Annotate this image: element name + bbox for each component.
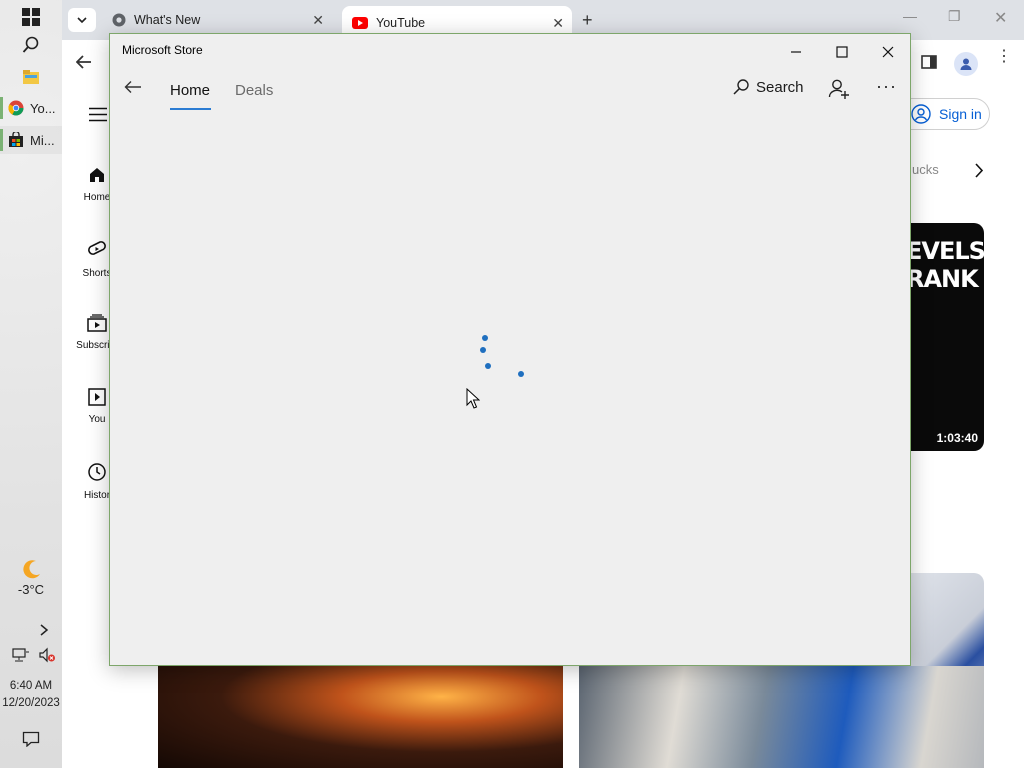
file-explorer-button[interactable]: [0, 62, 62, 92]
volume-muted-icon[interactable]: [38, 647, 56, 663]
browser-minimize-button[interactable]: —: [903, 8, 917, 24]
microsoft-store-window: Microsoft Store Home Deals Search ···: [109, 33, 911, 666]
rail-label: Shorts: [82, 268, 112, 279]
tab-home[interactable]: Home: [170, 82, 210, 99]
history-icon: [88, 463, 106, 481]
video-thumbnail[interactable]: [158, 666, 563, 768]
start-button[interactable]: [0, 2, 62, 32]
shorts-icon: [88, 241, 106, 255]
account-circle-icon: [911, 104, 931, 124]
active-app-indicator: [0, 97, 3, 119]
action-center-button[interactable]: [0, 724, 62, 754]
rail-label: Histor: [83, 490, 111, 501]
spinner-dot: [518, 371, 524, 377]
maximize-button[interactable]: [819, 39, 865, 65]
store-icon: [9, 132, 23, 147]
hamburger-icon[interactable]: [88, 107, 108, 122]
thumbnail-text: RANK: [906, 265, 979, 293]
chrome-icon: [112, 13, 126, 27]
close-icon: [882, 46, 894, 58]
account-button[interactable]: [828, 78, 850, 105]
browser-menu-button[interactable]: ⋮: [996, 49, 1012, 65]
video-thumbnail[interactable]: [579, 666, 984, 768]
maximize-icon: [836, 46, 848, 58]
active-app-indicator: [0, 129, 3, 151]
side-panel-icon[interactable]: [921, 55, 937, 69]
store-back-button[interactable]: [124, 80, 142, 99]
video-duration: 1:03:40: [936, 431, 978, 445]
clock-date: 12/20/2023: [2, 697, 60, 709]
taskbar-app-label: Yo...: [30, 100, 56, 116]
spinner-dot: [485, 363, 491, 369]
tab-title: What's New: [134, 13, 201, 27]
store-search-button[interactable]: Search: [732, 78, 804, 96]
chevron-right-icon[interactable]: [974, 163, 984, 178]
clock[interactable]: 6:40 AM 12/20/2023: [0, 678, 62, 712]
profile-avatar[interactable]: [954, 52, 978, 76]
subscriptions-icon: [87, 314, 107, 332]
back-arrow-icon: [124, 81, 141, 93]
chrome-icon: [8, 100, 24, 116]
weather-temp: -3°C: [17, 582, 45, 597]
taskbar-app-store[interactable]: Mi...: [0, 126, 62, 154]
video-thumbnail[interactable]: EVELS RANK 1:03:40: [900, 223, 984, 451]
add-account-icon: [828, 79, 849, 99]
search-icon: [733, 79, 749, 95]
close-tab-icon[interactable]: ✕: [312, 12, 324, 29]
browser-tab-whats-new[interactable]: What's New ✕: [102, 6, 332, 34]
active-tab-indicator: [170, 108, 211, 110]
weather-widget[interactable]: -3°C: [0, 558, 62, 597]
folder-icon: [23, 70, 39, 84]
close-tab-icon[interactable]: ✕: [552, 15, 564, 32]
rail-label: You: [88, 414, 106, 425]
minimize-button[interactable]: [773, 39, 819, 65]
home-icon: [90, 168, 104, 182]
close-button[interactable]: [865, 39, 911, 65]
network-icon[interactable]: [12, 647, 30, 663]
clock-time: 6:40 AM: [9, 680, 53, 692]
tab-title: YouTube: [376, 16, 426, 30]
taskbar-app-label: Mi...: [30, 132, 55, 148]
more-options-button[interactable]: ···: [876, 76, 897, 97]
search-icon: [22, 36, 39, 53]
moon-icon: [23, 560, 40, 579]
new-tab-button[interactable]: +: [582, 10, 593, 31]
taskbar-app-chrome[interactable]: Yo...: [0, 94, 62, 122]
spinner-dot: [482, 335, 488, 341]
mouse-cursor-icon: [466, 388, 480, 409]
browser-maximize-button[interactable]: ❐: [948, 8, 961, 25]
back-arrow-icon[interactable]: [76, 55, 92, 69]
spinner-dot: [480, 347, 486, 353]
tab-deals[interactable]: Deals: [235, 82, 273, 99]
notification-icon: [22, 731, 40, 747]
store-navigation: Home Deals Search ···: [110, 70, 910, 112]
chevron-down-icon: [77, 17, 87, 24]
rail-label: Home: [83, 192, 111, 203]
yt-chip[interactable]: ucks: [912, 162, 939, 177]
youtube-icon: [352, 17, 368, 29]
chevron-right-icon: [40, 624, 49, 636]
sign-in-label: Sign in: [939, 106, 982, 122]
browser-close-button[interactable]: ✕: [994, 8, 1007, 28]
person-icon: [960, 58, 972, 70]
search-label: Search: [756, 78, 804, 96]
tab-search-button[interactable]: [68, 8, 96, 32]
taskbar: Yo... Mi... -3°C 6:40 AM 12/20/2023: [0, 0, 62, 768]
thumbnail-text: EVELS: [906, 237, 984, 265]
minimize-icon: [791, 51, 801, 53]
system-tray: [0, 640, 62, 670]
library-icon: [88, 388, 106, 406]
window-title: Microsoft Store: [122, 43, 203, 57]
search-button[interactable]: [0, 30, 62, 60]
windows-icon: [22, 8, 40, 26]
